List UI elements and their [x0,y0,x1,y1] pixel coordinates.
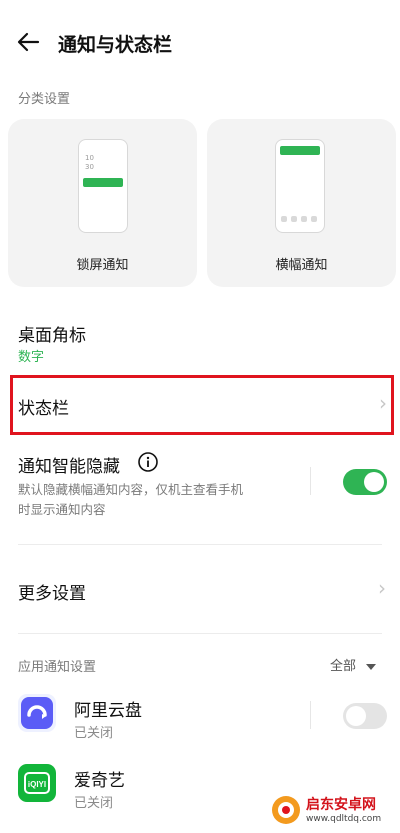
desktop-badge-row[interactable]: 桌面角标 数字 [0,310,400,370]
more-settings-row[interactable]: 更多设置 › [0,560,400,618]
app-filter-value: 全部 [330,659,357,674]
toggle-knob [364,472,384,492]
dock-dot [291,216,297,222]
watermark-logo-icon [272,796,300,824]
lock-notification-bar [83,178,123,187]
aliyun-drive-app-icon [18,694,56,732]
lock-time-hour: 10 [85,154,94,162]
divider [18,544,382,545]
smart-hide-toggle[interactable] [343,469,387,495]
banner-notification-card[interactable]: 横幅通知 [207,119,396,287]
caret-down-icon [366,663,377,670]
app-status: 已关闭 [74,726,114,741]
chevron-right-icon: › [378,576,386,600]
vertical-divider [310,467,311,495]
dock-dot [301,216,307,222]
divider [18,633,382,634]
desktop-badge-value: 数字 [18,350,45,365]
app-notification-label: 应用通知设置 [18,660,97,675]
vertical-divider [310,701,311,729]
app-name: 爱奇艺 [74,771,125,791]
dock-dot [281,216,287,222]
watermark-brand: 启东安卓网 [306,797,376,813]
app-header: 通知与状态栏 [0,0,400,84]
dock-dot [311,216,317,222]
status-bar-row[interactable]: 状态栏 › [10,375,394,435]
back-arrow-icon[interactable] [14,28,42,56]
app-filter-dropdown[interactable]: 全部 [330,655,377,674]
desktop-badge-title: 桌面角标 [18,326,86,346]
chevron-right-icon: › [379,391,387,415]
lockscreen-notification-label: 锁屏通知 [76,258,129,273]
app-row[interactable]: 阿里云盘 已关闭 [0,688,400,746]
more-settings-title: 更多设置 [18,584,86,604]
info-icon[interactable] [137,451,159,473]
watermark: 启东安卓网 www.qdltdq.com [268,790,396,830]
smart-hide-title: 通知智能隐藏 [18,457,120,477]
smart-hide-desc-line2: 时显示通知内容 [18,502,106,517]
app-status: 已关闭 [74,796,114,811]
lock-time-minute: 30 [85,163,94,171]
app-name: 阿里云盘 [74,701,142,721]
smart-hide-desc-line1: 默认隐藏横幅通知内容，仅机主查看手机 [18,482,244,497]
smart-hide-row: 通知智能隐藏 默认隐藏横幅通知内容，仅机主查看手机 时显示通知内容 [0,445,400,523]
banner-notification-label: 横幅通知 [275,258,328,273]
iqiyi-app-icon: iQIYI [18,764,56,802]
banner-phone-illustration [275,139,325,233]
svg-text:iQIYI: iQIYI [28,780,46,789]
lockscreen-notification-card[interactable]: 10 30 锁屏通知 [8,119,197,287]
status-bar-title: 状态栏 [18,399,69,419]
app-notification-toggle[interactable] [343,703,387,729]
page-title: 通知与状态栏 [58,34,173,56]
toggle-knob [346,706,366,726]
lockscreen-phone-illustration: 10 30 [78,139,128,233]
banner-notification-bar [280,146,320,155]
watermark-url: www.qdltdq.com [306,814,382,824]
category-label: 分类设置 [18,92,71,107]
